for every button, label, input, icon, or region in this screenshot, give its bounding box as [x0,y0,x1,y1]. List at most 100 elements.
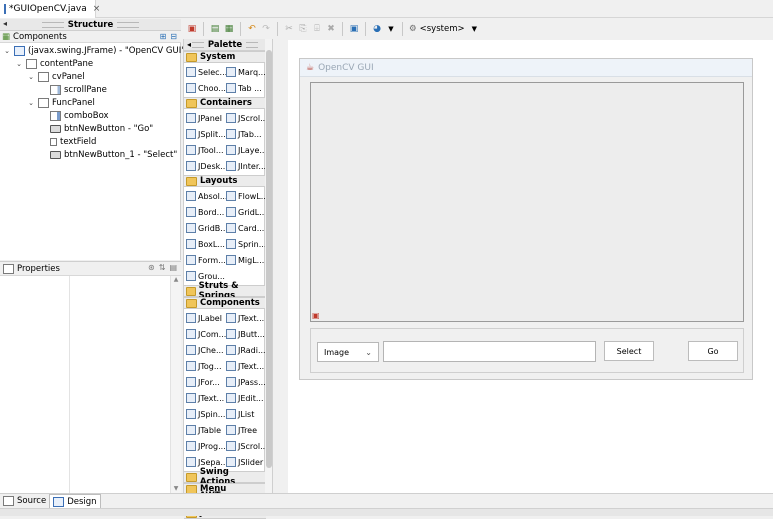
path-text-field[interactable] [383,341,596,362]
collapse-arrow-icon[interactable]: ◂ [187,40,191,49]
select-button[interactable]: Select [604,341,654,361]
component-icon [226,223,236,233]
palette-category[interactable]: Components [184,297,266,309]
property-filter-icon[interactable]: ⇅ [159,263,166,272]
palette-item-label: JEdit... [238,393,264,403]
palette-item[interactable]: Absol... [186,189,226,203]
palette-item[interactable]: JTree [226,423,266,437]
palette-item[interactable]: JPass... [226,375,266,389]
component-icon [226,239,236,249]
palette-item[interactable]: Card... [226,221,266,235]
align-icon[interactable]: ▣ [349,24,359,34]
source-icon [3,496,14,506]
delete-icon[interactable]: ✖ [326,24,336,34]
tree-item[interactable]: btnNewButton_1 - "Select" [39,149,177,161]
palette-category[interactable]: Swing Actions [184,467,266,487]
palette-item[interactable]: MigL... [226,253,266,267]
copy-icon[interactable]: ⎘ [298,24,308,34]
palette-item[interactable]: JText... [226,311,266,325]
expand-toggle-icon[interactable]: ⌄ [27,73,35,81]
expand-toggle-icon[interactable]: ⌄ [27,99,35,107]
close-icon[interactable]: × [93,4,101,14]
tree-item[interactable]: comboBox [39,110,109,122]
jframe-preview[interactable]: ☕ OpenCV GUI ▣ Image ⌄ Select Go [299,58,753,380]
tab-source[interactable]: Source [0,494,49,508]
cut-icon[interactable]: ✂ [284,24,294,34]
palette-item[interactable]: JChe... [186,343,226,357]
image-combo-box[interactable]: Image ⌄ [317,342,379,362]
palette-item[interactable]: JInter... [226,159,266,173]
palette-item[interactable]: JEdit... [226,391,266,405]
tree-item[interactable]: ⌄ cvPanel [27,71,85,83]
palette-item[interactable]: JButt... [226,327,266,341]
palette-item[interactable]: JTog... [186,359,226,373]
palette-item[interactable]: JProg... [186,439,226,453]
scroll-down-icon[interactable]: ▼ [171,485,181,492]
tree-item[interactable]: textField [39,136,96,148]
palette-item[interactable]: JTool... [186,143,226,157]
palette-item[interactable]: GridB... [186,221,226,235]
properties-scrollbar[interactable]: ▲ ▼ [170,276,181,494]
palette-item[interactable]: JText... [226,359,266,373]
test-gui-icon[interactable]: ▣ [187,24,197,34]
palette-item[interactable]: JSplit... [186,127,226,141]
palette-item[interactable]: FlowL... [226,189,266,203]
palette-item[interactable]: JScrol... [226,111,266,125]
tree-item[interactable]: scrollPane [39,84,107,96]
func-panel[interactable]: Image ⌄ Select Go [310,328,744,373]
palette-item[interactable]: JScrol... [226,439,266,453]
show-events-icon[interactable]: ⊛ [148,263,155,272]
look-and-feel-icon[interactable]: ◕ [372,24,382,34]
collapse-all-icon[interactable]: ⊟ [170,32,177,41]
preview-icon[interactable]: ▤ [210,24,220,34]
palette-item[interactable]: Sprin... [226,237,266,251]
tab-design[interactable]: Design [49,493,101,509]
scroll-up-icon[interactable]: ▲ [171,276,181,283]
palette-scroll-thumb[interactable] [266,50,272,468]
tree-item[interactable]: ⌄ FuncPanel [27,97,95,109]
properties-menu-icon[interactable]: ▤ [169,263,177,272]
palette-item[interactable]: GridL... [226,205,266,219]
layout-icon[interactable]: ▦ [224,24,234,34]
expand-toggle-icon[interactable]: ⌄ [15,60,23,68]
palette-item[interactable]: Form... [186,253,226,267]
cv-panel[interactable]: ▣ [310,82,744,322]
palette-item[interactable]: JSpin... [186,407,226,421]
tree-item[interactable]: ⌄ contentPane [15,58,93,70]
palette-item[interactable]: Selec... [186,65,226,79]
go-button[interactable]: Go [688,341,738,361]
tree-item[interactable]: btnNewButton - "Go" [39,123,153,135]
collapse-arrow-icon[interactable]: ◂ [3,19,7,28]
palette-item[interactable]: Tab ... [226,81,266,95]
undo-icon[interactable]: ↶ [247,24,257,34]
palette-item[interactable]: JLaye... [226,143,266,157]
palette-item[interactable]: JLabel [186,311,226,325]
palette-item[interactable]: JRadi... [226,343,266,357]
system-locale-selector[interactable]: ⚙ <system> ▼ [409,24,477,34]
palette-category[interactable]: Layouts [184,175,266,187]
palette-item[interactable]: Choo... [186,81,226,95]
tree-item[interactable]: ⌄ (javax.swing.JFrame) - "OpenCV GUI" [3,45,185,57]
palette-item[interactable]: JTab... [226,127,266,141]
editor-tab[interactable]: *GUIOpenCV.java × [0,0,100,18]
palette-item[interactable]: JFor... [186,375,226,389]
palette-category[interactable]: Containers [184,97,266,109]
palette-item[interactable]: JDesk... [186,159,226,173]
redo-icon[interactable]: ↷ [261,24,271,34]
expand-toggle-icon[interactable]: ⌄ [3,47,11,55]
palette-category[interactable]: Struts & Springs [184,281,266,301]
palette-item[interactable]: JText... [186,391,226,405]
structure-header: ◂ Structure [0,19,181,31]
palette-item[interactable]: JTable [186,423,226,437]
palette-item-label: JPass... [238,377,266,387]
expand-all-icon[interactable]: ⊞ [160,32,167,41]
palette-item[interactable]: Bord... [186,205,226,219]
palette-category[interactable]: System [184,51,266,63]
palette-item[interactable]: JCom... [186,327,226,341]
palette-item[interactable]: JPanel [186,111,226,125]
chevron-down-icon[interactable]: ▼ [386,24,396,34]
palette-item[interactable]: Marq... [226,65,266,79]
palette-item[interactable]: JList [226,407,266,421]
palette-item[interactable]: BoxL... [186,237,226,251]
paste-icon[interactable]: ⌹ [312,24,322,34]
